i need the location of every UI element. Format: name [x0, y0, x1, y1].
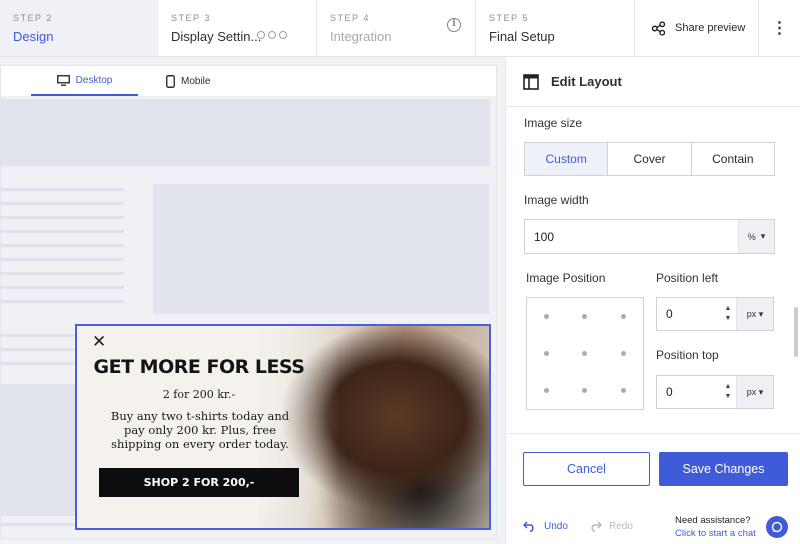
placeholder-line [1, 216, 124, 219]
panel-header: Edit Layout [506, 57, 800, 107]
position-top-value: 0 [666, 385, 673, 399]
placeholder-line [1, 362, 75, 365]
placeholder-line [1, 523, 75, 526]
share-preview-button[interactable]: Share preview [634, 0, 758, 56]
tab-label: Desktop [75, 74, 113, 86]
layout-icon [523, 73, 539, 90]
wizard-steps-bar: STEP 2 Design STEP 3 Display Settin... S… [0, 0, 800, 57]
position-bottom-right[interactable] [621, 388, 626, 393]
position-middle-right[interactable] [621, 351, 626, 356]
image-width-unit-select[interactable]: % ▾ [738, 220, 774, 253]
mobile-icon [166, 74, 175, 88]
image-size-selector: Custom Cover Contain [524, 142, 775, 176]
unit-value: px [746, 309, 757, 319]
placeholder-line [1, 286, 124, 289]
placeholder-block [1, 99, 490, 166]
placeholder-line [1, 348, 75, 351]
position-top-center[interactable] [582, 314, 587, 319]
start-chat-link[interactable]: Click to start a chat [675, 527, 756, 540]
step-display-settings[interactable]: STEP 3 Display Settin... [158, 0, 317, 56]
image-position-grid [526, 297, 644, 410]
chat-icon[interactable] [766, 516, 788, 538]
position-top-unit-select[interactable]: px ▾ [736, 376, 773, 408]
popup-body-text: Buy any two t-shirts today and pay only … [110, 409, 290, 451]
step-final-setup[interactable]: STEP 5 Final Setup [476, 0, 634, 56]
image-width-label: Image width [524, 193, 589, 207]
tab-mobile[interactable]: Mobile [166, 66, 210, 96]
placeholder-line [1, 300, 124, 303]
step-number: STEP 5 [489, 13, 529, 23]
popup-preview[interactable]: ✕ GET MORE FOR LESS 2 for 200 kr.- Buy a… [75, 324, 491, 530]
help-block: Need assistance? Click to start a chat [675, 514, 756, 540]
step-integration[interactable]: STEP 4 Integration i [317, 0, 476, 56]
redo-label: Redo [609, 520, 633, 532]
popup-subtitle: 2 for 200 kr.- [162, 388, 236, 401]
undo-label: Undo [544, 520, 568, 532]
step-name: Display Settin... [171, 29, 262, 44]
position-bottom-center[interactable] [582, 388, 587, 393]
image-width-value: 100 [534, 229, 555, 244]
placeholder-block [1, 384, 75, 516]
help-question: Need assistance? [675, 515, 751, 526]
placeholder-line [1, 272, 124, 275]
position-top-label: Position top [656, 348, 719, 362]
preview-canvas: Desktop Mobile ✕ GET MORE FOR LESS 2 for [0, 65, 497, 539]
image-size-label: Image size [524, 116, 583, 130]
progress-dots-icon [257, 31, 287, 39]
redo-icon [591, 521, 602, 532]
undo-icon [523, 521, 534, 532]
panel-footer: Cancel Save Changes Undo Redo Need assis… [506, 433, 800, 544]
image-size-cover[interactable]: Cover [608, 143, 692, 175]
step-name: Final Setup [489, 29, 555, 44]
position-bottom-left[interactable] [544, 388, 549, 393]
placeholder-line [1, 188, 124, 191]
placeholder-line [1, 202, 124, 205]
undo-button[interactable]: Undo [523, 520, 568, 532]
panel-scrollbar[interactable] [794, 307, 798, 357]
info-icon[interactable]: i [447, 18, 461, 32]
image-width-field[interactable]: 100 % ▾ [524, 219, 775, 254]
share-icon [651, 20, 666, 36]
image-size-contain[interactable]: Contain [691, 143, 774, 175]
position-left-stepper-icon[interactable]: ▲ ▼ [720, 298, 736, 330]
desktop-icon [56, 74, 70, 86]
cancel-button[interactable]: Cancel [523, 452, 650, 486]
share-preview-label: Share preview [675, 22, 746, 34]
close-icon[interactable]: ✕ [92, 332, 106, 352]
unit-value: px [746, 387, 757, 397]
edit-layout-panel: Edit Layout Image size Custom Cover Cont… [505, 57, 800, 544]
position-left-label: Position left [656, 271, 719, 285]
device-tabs: Desktop Mobile [1, 66, 496, 96]
image-size-custom[interactable]: Custom [525, 143, 609, 175]
placeholder-line [1, 258, 124, 261]
position-left-value: 0 [666, 307, 673, 321]
tab-desktop[interactable]: Desktop [31, 66, 138, 96]
position-top-left[interactable] [544, 314, 549, 319]
position-top-field[interactable]: 0 ▲ ▼ px ▾ [656, 375, 774, 409]
position-center[interactable] [582, 351, 587, 356]
step-number: STEP 3 [171, 13, 211, 23]
redo-button[interactable]: Redo [588, 520, 633, 532]
position-top-stepper-icon[interactable]: ▲ ▼ [720, 376, 736, 408]
placeholder-line [1, 334, 75, 337]
popup-title: GET MORE FOR LESS [93, 356, 305, 378]
placeholder-block [153, 184, 489, 314]
position-left-field[interactable]: 0 ▲ ▼ px ▾ [656, 297, 774, 331]
position-left-unit-select[interactable]: px ▾ [736, 298, 773, 330]
image-position-label: Image Position [526, 271, 606, 285]
position-middle-left[interactable] [544, 351, 549, 356]
chat-bubble-icon [771, 521, 783, 533]
step-name: Design [13, 29, 54, 44]
placeholder-line [1, 230, 124, 233]
position-top-right[interactable] [621, 314, 626, 319]
save-changes-button[interactable]: Save Changes [659, 452, 788, 486]
tab-label: Mobile [181, 75, 211, 87]
step-number: STEP 2 [13, 13, 53, 23]
step-design[interactable]: STEP 2 Design [0, 0, 158, 56]
panel-title: Edit Layout [551, 74, 622, 89]
unit-value: % [747, 231, 756, 242]
placeholder-line [1, 244, 124, 247]
more-options-icon[interactable]: ⋮ [758, 0, 800, 56]
popup-cta-button[interactable]: SHOP 2 FOR 200,- [99, 468, 299, 497]
